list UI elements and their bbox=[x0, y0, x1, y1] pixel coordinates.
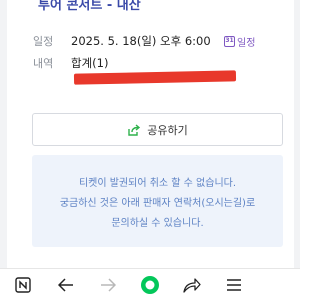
browser-bottom-bar bbox=[0, 268, 300, 300]
share-button[interactable]: 공유하기 bbox=[32, 113, 283, 146]
naver-icon[interactable] bbox=[12, 269, 34, 300]
content-value: 합계(1) bbox=[71, 56, 109, 70]
calendar-icon: 31 bbox=[224, 36, 235, 47]
date-label: 일정 bbox=[33, 35, 54, 48]
event-title: 투어 콘서트 - 내산 bbox=[38, 0, 141, 13]
share-arrow-icon[interactable] bbox=[181, 269, 203, 300]
notice-line: 티켓이 발권되어 취소 할 수 없습니다. bbox=[78, 177, 237, 189]
screen: 투어 콘서트 - 내산 일정 2025. 5. 18(일) 오후 6:00 31… bbox=[0, 0, 300, 300]
back-arrow-icon[interactable] bbox=[55, 269, 77, 300]
calendar-label: 일정 bbox=[237, 38, 256, 49]
menu-icon[interactable] bbox=[223, 269, 245, 300]
date-value: 2025. 5. 18(일) 오후 6:00 bbox=[71, 34, 211, 48]
forward-arrow-icon[interactable] bbox=[97, 269, 119, 300]
notice-line: 궁금하신 것은 아래 판매자 연락처(오시는길)로 bbox=[59, 197, 256, 209]
cancel-notice: 티켓이 발권되어 취소 할 수 없습니다. 궁금하신 것은 아래 판매자 연락처… bbox=[32, 155, 283, 247]
redaction-mark bbox=[73, 70, 237, 85]
notice-line: 문의하실 수 있습니다. bbox=[111, 217, 204, 229]
home-icon[interactable] bbox=[139, 269, 161, 300]
share-label: 공유하기 bbox=[147, 123, 188, 137]
content-label: 내역 bbox=[33, 57, 54, 70]
add-to-calendar[interactable]: 31 일정 bbox=[224, 34, 255, 49]
share-icon bbox=[127, 123, 141, 136]
ticket-card: 투어 콘서트 - 내산 일정 2025. 5. 18(일) 오후 6:00 31… bbox=[7, 0, 294, 268]
